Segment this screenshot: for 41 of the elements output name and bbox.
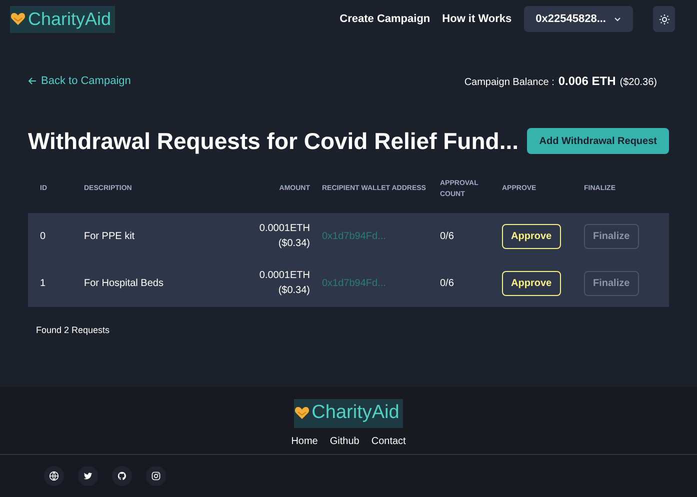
table-cell-text: For PPE kit — [84, 230, 136, 244]
amount-eth: 0.0001ETH — [258, 269, 310, 283]
sun-icon — [658, 14, 670, 24]
brand-logo[interactable]: CharityAid — [10, 6, 116, 32]
chevron-down-icon — [614, 16, 621, 22]
approve-button[interactable]: Approve — [502, 270, 561, 296]
brand-logo[interactable]: CharityAid — [294, 399, 404, 428]
add-request-button[interactable]: Add Withdrawal Request — [527, 128, 669, 154]
account-menu-button[interactable]: 0x22545828... — [524, 6, 633, 32]
footer-link[interactable]: Contact — [371, 434, 406, 448]
table-cell-text: 0 — [40, 230, 47, 244]
social-link[interactable] — [44, 466, 64, 486]
back-link[interactable]: Back to Campaign — [28, 72, 131, 90]
amount-usd: ($0.34) — [277, 284, 310, 298]
wallet-address: 0x1d7b94Fd... — [322, 230, 387, 244]
nav-link[interactable]: Create Campaign — [340, 10, 430, 28]
balance-label: Campaign Balance : — [464, 76, 554, 90]
wallet-address: 0x1d7b94Fd... — [322, 276, 387, 290]
results-count: Found 2 Requests — [36, 324, 111, 337]
bird-icon — [83, 471, 93, 481]
amount-usd: ($0.34) — [277, 237, 310, 251]
globe-icon — [49, 471, 59, 481]
table-cell-text: 0/6 — [440, 230, 455, 244]
amount-eth: 0.0001ETH — [258, 222, 310, 236]
table-cell-text: 0/6 — [440, 276, 455, 290]
balance-usd: ($20.36) — [620, 76, 657, 90]
social-link[interactable] — [112, 466, 132, 486]
balance-amount: 0.006 ETH — [558, 73, 616, 90]
page-title: Withdrawal Requests for Covid Relief Fund... — [28, 127, 519, 156]
left-arrow-icon — [28, 77, 37, 85]
social-link[interactable] — [146, 466, 166, 486]
nav-link[interactable]: How it Works — [442, 10, 512, 28]
social-link[interactable] — [78, 466, 98, 486]
table-cell-text: 1 — [40, 276, 47, 290]
github-icon — [117, 471, 127, 481]
footer-link[interactable]: Home — [291, 434, 318, 448]
approve-button[interactable]: Approve — [502, 224, 561, 248]
table-cell-text: For Hospital Beds — [84, 276, 164, 290]
footer-link[interactable]: Github — [330, 434, 360, 448]
theme-toggle-button[interactable] — [653, 6, 675, 32]
instagram-icon — [151, 471, 161, 481]
